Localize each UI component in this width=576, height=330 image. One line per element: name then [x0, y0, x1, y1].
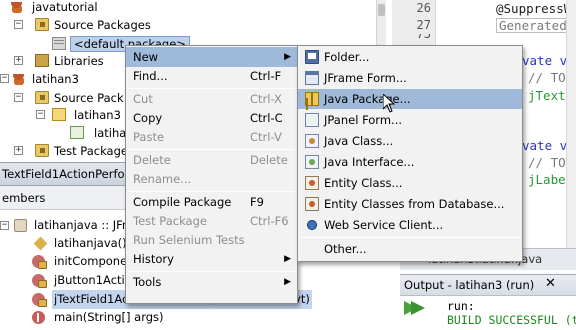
class-icon	[14, 219, 27, 232]
static-method-icon	[32, 311, 45, 324]
submenu-arrow-icon: ▶	[284, 277, 291, 287]
submenu-item-entity-class[interactable]: Entity Class...	[298, 173, 522, 193]
collapse-icon[interactable]: −	[14, 93, 23, 102]
menu-item-paste[interactable]: Paste Ctrl-V	[126, 127, 297, 147]
close-icon[interactable]: ✕	[545, 276, 556, 292]
java-interface-icon	[305, 155, 319, 169]
members-title: embers	[0, 186, 126, 210]
expand-icon[interactable]: +	[14, 56, 23, 65]
menu-item-copy[interactable]: Copy Ctrl-C	[126, 108, 297, 128]
folder-icon	[305, 50, 319, 64]
collapse-icon[interactable]: −	[14, 20, 23, 29]
submenu-item-java-class[interactable]: Java Class...	[298, 131, 522, 151]
test-packages-icon	[35, 144, 49, 157]
output-line: BUILD SUCCESSFUL (t	[447, 313, 576, 327]
menu-item-run-selenium-tests[interactable]: Run Selenium Tests	[126, 230, 297, 250]
web-service-icon	[305, 218, 319, 232]
mouse-cursor-icon	[383, 94, 395, 113]
package-icon	[52, 37, 66, 50]
menu-item-find[interactable]: Find... Ctrl-F	[126, 66, 297, 86]
expand-icon[interactable]: +	[14, 146, 23, 155]
java-class-icon	[305, 134, 319, 148]
constructor-icon	[33, 236, 48, 251]
jpanel-icon	[305, 113, 319, 127]
java-package-icon	[305, 92, 319, 106]
line-number: 26	[416, 1, 431, 15]
members-list: − latihanjava :: JFra latihanjava() init…	[0, 210, 312, 330]
source-packages-icon	[35, 18, 49, 31]
menu-item-delete[interactable]: Delete Delete	[126, 150, 297, 170]
submenu-item-web-service-client[interactable]: Web Service Client...	[298, 215, 522, 235]
menu-item-new[interactable]: New ▶	[126, 47, 297, 67]
private-method-icon	[32, 255, 47, 269]
submenu-item-java-package[interactable]: Java Package...	[298, 89, 522, 109]
java-project-icon	[12, 72, 26, 85]
line-number: 73	[416, 34, 431, 41]
source-packages-icon	[35, 91, 49, 104]
menu-item-history[interactable]: History ▶	[126, 249, 297, 269]
private-method-icon	[32, 274, 47, 288]
menu-item-rename[interactable]: Rename...	[126, 169, 297, 189]
navigator-title: TextField1ActionPerform	[0, 162, 126, 186]
menu-separator	[300, 237, 520, 238]
submenu-item-jpanel-form[interactable]: JPanel Form...	[298, 110, 522, 130]
entity-db-icon	[305, 197, 319, 211]
new-submenu: Folder... JFrame Form... Java Package...…	[297, 45, 523, 262]
collapse-icon[interactable]: −	[0, 221, 9, 230]
editor-scrollbar[interactable]	[566, 0, 576, 248]
submenu-item-other[interactable]: Other...	[298, 239, 522, 259]
menu-item-cut[interactable]: Cut Ctrl-X	[126, 89, 297, 109]
menu-item-test-package[interactable]: Test Package Ctrl-F6	[126, 211, 297, 231]
package-icon	[52, 108, 66, 121]
submenu-arrow-icon: ▶	[284, 52, 291, 62]
entity-class-icon	[305, 176, 319, 190]
submenu-item-entity-classes-from-database[interactable]: Entity Classes from Database...	[298, 194, 522, 214]
collapse-icon[interactable]: −	[36, 110, 45, 119]
submenu-item-java-interface[interactable]: Java Interface...	[298, 152, 522, 172]
submenu-arrow-icon: ▶	[284, 254, 291, 264]
output-line: run:	[447, 299, 475, 313]
menu-item-compile-package[interactable]: Compile Package F9	[126, 192, 297, 212]
context-menu: New ▶ Find... Ctrl-F Cut Ctrl-X Copy Ctr…	[125, 45, 298, 304]
libraries-icon	[35, 54, 49, 67]
submenu-item-folder[interactable]: Folder...	[298, 47, 522, 67]
collapse-icon[interactable]: −	[0, 74, 9, 83]
jframe-icon	[305, 71, 319, 85]
java-project-icon	[10, 0, 24, 13]
submenu-item-jframe-form[interactable]: JFrame Form...	[298, 68, 522, 88]
private-method-icon	[32, 293, 47, 307]
menu-item-tools[interactable]: Tools ▶	[126, 272, 297, 292]
form-icon	[70, 126, 84, 139]
line-number: 27	[416, 18, 431, 32]
code-line: @SuppressW	[496, 1, 572, 16]
generated-code-fold[interactable]: Generated	[496, 18, 570, 33]
scroll-thumb[interactable]	[378, 4, 385, 16]
